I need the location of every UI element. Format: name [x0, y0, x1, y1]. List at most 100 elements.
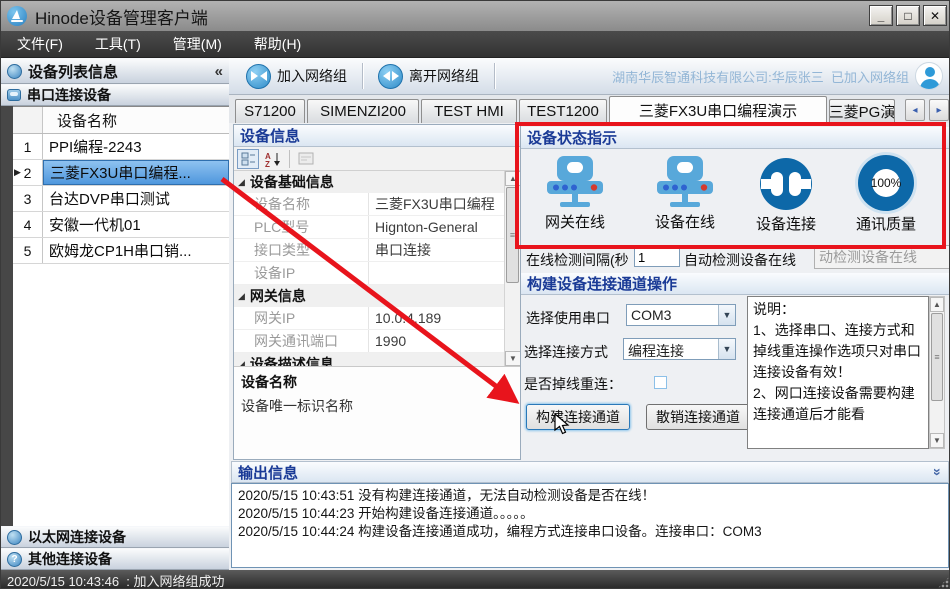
- connect-mode-value: 编程连接: [624, 339, 718, 359]
- property-name: 网关通讯端口: [234, 330, 369, 352]
- table-row[interactable]: 1 PPI编程-2243: [13, 134, 229, 160]
- device-online-indicator: 设备在线: [633, 155, 737, 232]
- tab-s71200[interactable]: S71200: [235, 99, 305, 123]
- other-device-icon: [7, 552, 22, 567]
- scroll-up-icon[interactable]: ▲: [930, 297, 944, 312]
- table-row-selected[interactable]: ▶2 三菱FX3U串口编程...: [13, 160, 229, 186]
- scroll-down-icon[interactable]: ▼: [930, 433, 944, 448]
- category-gateway-info[interactable]: ◢网关信息: [234, 285, 520, 307]
- property-value: 10.0.4.189: [369, 307, 520, 329]
- join-network-button[interactable]: 加入网络组: [237, 60, 356, 93]
- property-pages-icon: [295, 149, 317, 169]
- scroll-down-icon[interactable]: ▼: [505, 351, 520, 366]
- device-name-cell: 安徽一代机01: [43, 212, 229, 237]
- indicator-label: 设备连接: [734, 213, 838, 234]
- scroll-up-icon[interactable]: ▲: [505, 171, 520, 186]
- scrollbar-thumb[interactable]: ≡: [931, 313, 943, 401]
- connect-mode-select[interactable]: 编程连接 ▼: [623, 338, 736, 360]
- property-row[interactable]: 网关通讯端口1990: [234, 330, 520, 353]
- menu-help[interactable]: 帮助(H): [238, 31, 317, 57]
- device-name-cell: 欧姆龙CP1H串口销...: [43, 238, 229, 263]
- property-description-pane: 设备名称 设备唯一标识名称: [234, 367, 520, 459]
- output-line: 2020/5/15 10:43:51 没有构建连接通道，无法自动检测设备是否在线…: [238, 487, 942, 505]
- device-name-header: 设备名称: [43, 107, 229, 133]
- property-name: 设备IP: [234, 262, 369, 284]
- connector-icon: [759, 157, 813, 211]
- property-row[interactable]: PLC型号Hignton-General: [234, 216, 520, 239]
- chevron-down-icon[interactable]: ▼: [718, 339, 735, 359]
- user-avatar-icon[interactable]: [915, 62, 943, 90]
- instruction-note-box: 说明： 1、选择串口、连接方式和掉线重连操作选项只对串口连接设备有效！ 2、网口…: [747, 296, 929, 449]
- output-line: 2020/5/15 10:44:23 开始构建设备连接通道。。。。。: [238, 505, 942, 523]
- tab-test-hmi[interactable]: TEST HMI: [421, 99, 517, 123]
- interval-input[interactable]: [634, 247, 680, 267]
- leave-network-button[interactable]: 离开网络组: [369, 60, 488, 93]
- property-grid-scrollbar[interactable]: ▲ ≡ ▼: [504, 171, 520, 366]
- property-value: 1990: [369, 330, 520, 352]
- row-number: ▶2: [13, 160, 43, 185]
- close-button[interactable]: ✕: [923, 5, 947, 26]
- indicator-label: 网关在线: [523, 211, 627, 232]
- table-row[interactable]: 3 台达DVP串口测试: [13, 186, 229, 212]
- build-channel-button[interactable]: 构建连接通道: [526, 404, 630, 430]
- output-collapse-icon[interactable]: »: [930, 468, 946, 476]
- category-expand-icon: ◢: [238, 291, 245, 302]
- comm-quality-indicator: 100% 通讯质量: [834, 155, 938, 234]
- status-indicators-header: 设备状态指示: [521, 127, 949, 149]
- property-row[interactable]: 接口类型串口连接: [234, 239, 520, 262]
- join-network-icon: [246, 64, 271, 89]
- sidebar-collapse-icon[interactable]: «: [215, 63, 223, 80]
- serial-port-label: 选择使用串口: [526, 308, 610, 328]
- tab-scroll-right-icon[interactable]: ▸: [929, 99, 949, 121]
- menu-file[interactable]: 文件(F): [1, 31, 79, 57]
- tab-mitsubishi-pg-clipped[interactable]: 三菱PG演: [829, 99, 895, 123]
- tab-scroll-left-icon[interactable]: ◂: [905, 99, 925, 121]
- tab-simenzi200[interactable]: SIMENZI200: [307, 99, 419, 123]
- destroy-channel-button[interactable]: 散销连接通道: [646, 404, 750, 430]
- resize-grip[interactable]: [937, 576, 950, 589]
- device-info-header: 设备信息: [234, 125, 520, 147]
- maximize-button[interactable]: □: [896, 5, 920, 26]
- property-value: [369, 262, 520, 284]
- sidebar-section-serial[interactable]: 串口连接设备: [1, 84, 229, 106]
- serial-port-select[interactable]: COM3 ▼: [626, 304, 736, 326]
- reconnect-label: 是否掉线重连：: [524, 374, 622, 394]
- property-row[interactable]: 网关IP10.0.4.189: [234, 307, 520, 330]
- menu-manage[interactable]: 管理(M): [157, 31, 238, 57]
- note-scrollbar[interactable]: ▲ ≡ ▼: [929, 296, 945, 449]
- note-title: 说明：: [753, 299, 923, 320]
- status-bar: 2020/5/15 10:43:46 : 加入网络组成功: [1, 570, 950, 589]
- device-name-cell: 三菱FX3U串口编程...: [43, 160, 229, 185]
- sidebar-section-ethernet[interactable]: 以太网连接设备: [1, 526, 229, 548]
- indicator-label: 设备在线: [633, 211, 737, 232]
- categorized-view-icon[interactable]: [237, 149, 259, 169]
- connect-mode-label: 选择连接方式: [524, 342, 608, 362]
- sidebar-section-other[interactable]: 其他连接设备: [1, 548, 229, 570]
- menu-tools[interactable]: 工具(T): [79, 31, 157, 57]
- category-basic-info[interactable]: ◢设备基础信息: [234, 171, 520, 193]
- row-number-header: [13, 107, 43, 133]
- tab-test1200[interactable]: TEST1200: [519, 99, 607, 123]
- output-line: 2020/5/15 10:44:24 构建设备连接通道成功，编程方式连接串口设备…: [238, 523, 942, 541]
- quality-value: 100%: [858, 155, 914, 211]
- category-description-info-clipped[interactable]: ◢设备描述信息: [234, 353, 520, 367]
- chevron-down-icon[interactable]: ▼: [718, 305, 735, 325]
- property-row[interactable]: 设备IP: [234, 262, 520, 285]
- svg-text:Z: Z: [265, 160, 270, 167]
- table-row[interactable]: 5 欧姆龙CP1H串口销...: [13, 238, 229, 264]
- property-row[interactable]: 设备名称三菱FX3U串口编程: [234, 193, 520, 216]
- table-row[interactable]: 4 安徽一代机01: [13, 212, 229, 238]
- minimize-button[interactable]: _: [869, 5, 893, 26]
- scrollbar-thumb[interactable]: ≡: [506, 187, 519, 283]
- device-online-icon: [651, 155, 719, 209]
- gateway-online-indicator: 网关在线: [523, 155, 627, 232]
- device-tab-strip: S71200 SIMENZI200 TEST HMI TEST1200 三菱FX…: [229, 95, 950, 123]
- reconnect-checkbox[interactable]: [654, 376, 667, 389]
- row-number: 4: [13, 212, 43, 237]
- app-logo-icon: [7, 6, 27, 26]
- alphabetical-sort-icon[interactable]: AZ: [262, 149, 284, 169]
- tab-mitsubishi-fx3u-active[interactable]: 三菱FX3U串口编程演示: [609, 96, 827, 123]
- output-log: 2020/5/15 10:43:51 没有构建连接通道，无法自动检测设备是否在线…: [231, 483, 949, 568]
- serial-device-icon: [7, 89, 21, 101]
- property-name: 接口类型: [234, 239, 369, 261]
